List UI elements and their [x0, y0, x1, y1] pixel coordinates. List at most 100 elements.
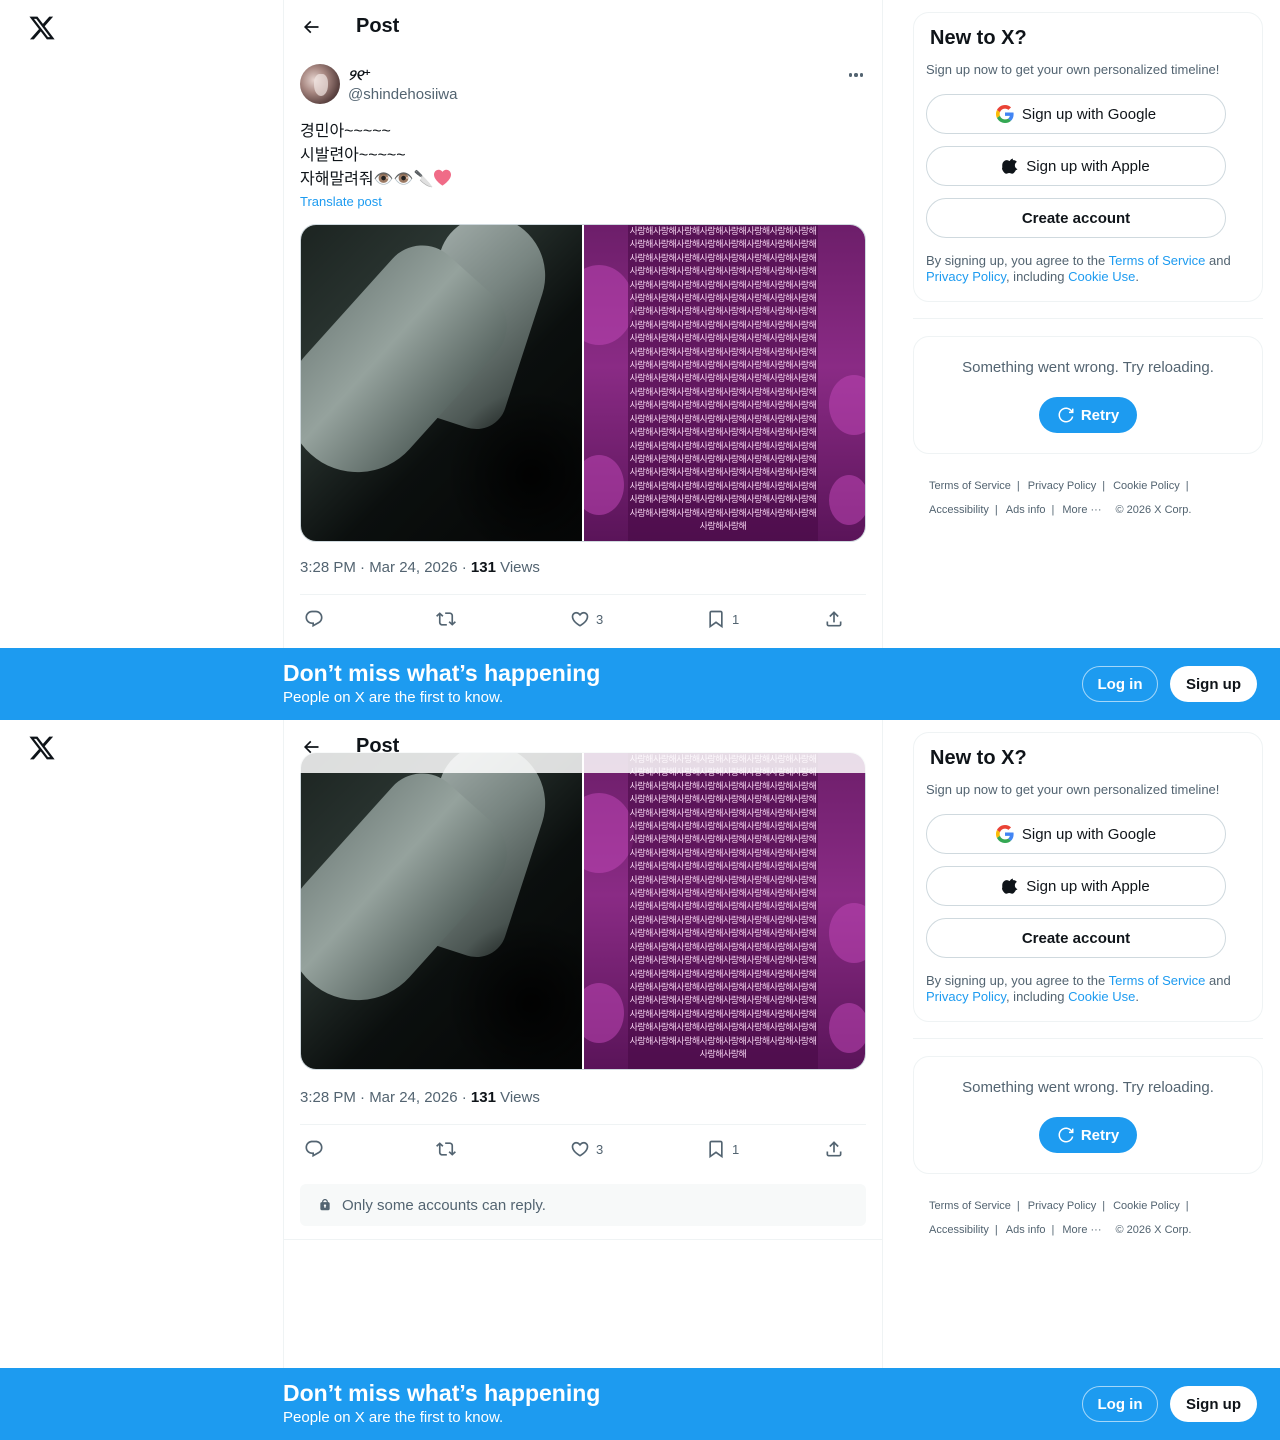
- repost-button[interactable]: [436, 604, 456, 634]
- google-signup-button[interactable]: Sign up with Google: [926, 94, 1226, 134]
- bookmark-count: 1: [732, 611, 740, 627]
- google-signup-label: Sign up with Google: [1021, 825, 1157, 843]
- like-button[interactable]: 3: [570, 604, 603, 634]
- heart-emoji-icon: [434, 169, 452, 186]
- page-title: Post: [356, 15, 400, 37]
- post-media[interactable]: 사랑해사랑해사랑해사랑해사랑해사랑해사랑해사랑해사랑해사랑해사랑해사랑해사랑해사…: [300, 752, 866, 1070]
- footer-links: Terms of Service | Privacy Policy | Cookie P…: [929, 1200, 1192, 1236]
- google-signup-button[interactable]: Sign up with Google: [926, 814, 1226, 854]
- author-display-name[interactable]: ୨୧⁺: [348, 66, 371, 84]
- terms-link[interactable]: Terms of Service: [1109, 973, 1206, 988]
- apple-icon: [1002, 878, 1018, 894]
- like-button[interactable]: 3: [570, 1134, 603, 1164]
- like-count: 3: [596, 611, 604, 627]
- signup-button[interactable]: Sign up: [1170, 1386, 1257, 1422]
- x-logo-icon[interactable]: [28, 14, 56, 42]
- media-photo-right[interactable]: 사랑해사랑해사랑해사랑해사랑해사랑해사랑해사랑해사랑해사랑해사랑해사랑해사랑해사…: [584, 753, 865, 1069]
- post-text: 경민아~~~~~ 시발련아~~~~~ 자해말려줘👁️👁️🔪: [300, 120, 860, 192]
- post-time[interactable]: 3:28 PM · Mar 24, 2026 ·: [300, 559, 471, 576]
- bookmark-icon: [709, 1140, 723, 1159]
- banner-title: Don’t miss what’s happening: [283, 660, 601, 686]
- apple-signup-button[interactable]: Sign up with Apple: [926, 866, 1226, 906]
- footer-ads[interactable]: Ads info: [1006, 1224, 1046, 1236]
- reply-button[interactable]: [304, 604, 324, 634]
- share-button[interactable]: [824, 604, 844, 634]
- media-overlay-text: 사랑해사랑해사랑해사랑해사랑해사랑해사랑해사랑해사랑해사랑해사랑해사랑해사랑해사…: [628, 753, 818, 1069]
- terms-link[interactable]: Terms of Service: [1109, 253, 1206, 268]
- signup-title: New to X?: [930, 27, 1027, 49]
- cookie-link[interactable]: Cookie Use: [1068, 989, 1135, 1004]
- bookmark-button[interactable]: 1: [706, 1134, 739, 1164]
- bookmark-button[interactable]: 1: [706, 604, 739, 634]
- like-count: 3: [596, 1141, 604, 1157]
- error-card: Something went wrong. Try reloading. Ret…: [913, 336, 1263, 454]
- reply-icon: [305, 610, 323, 628]
- footer-terms[interactable]: Terms of Service: [929, 480, 1011, 492]
- apple-signup-button[interactable]: Sign up with Apple: [926, 146, 1226, 186]
- footer-cookie[interactable]: Cookie Policy: [1113, 480, 1180, 492]
- footer-accessibility[interactable]: Accessibility: [929, 504, 989, 516]
- post-actions: 3 1: [300, 1134, 866, 1164]
- translate-post-link[interactable]: Translate post: [300, 194, 382, 209]
- reply-button[interactable]: [304, 1134, 324, 1164]
- cookie-link[interactable]: Cookie Use: [1068, 269, 1135, 284]
- privacy-link[interactable]: Privacy Policy: [926, 269, 1006, 284]
- login-button[interactable]: Log in: [1082, 666, 1158, 702]
- error-message: Something went wrong. Try reloading.: [962, 359, 1214, 376]
- google-icon: [995, 825, 1014, 843]
- create-account-button[interactable]: Create account: [926, 918, 1226, 958]
- media-photo-right[interactable]: 사랑해사랑해사랑해사랑해사랑해사랑해사랑해사랑해사랑해사랑해사랑해사랑해사랑해사…: [584, 225, 865, 541]
- lock-icon: [320, 1199, 330, 1211]
- footer-copyright: © 2026 X Corp.: [1115, 1224, 1192, 1236]
- signup-button[interactable]: Sign up: [1170, 666, 1257, 702]
- retry-button[interactable]: Retry: [1039, 1117, 1137, 1153]
- reply-icon: [305, 1140, 323, 1158]
- post-line-text: 자해말려줘👁️👁️🔪: [300, 171, 434, 188]
- media-overlay-text: 사랑해사랑해사랑해사랑해사랑해사랑해사랑해사랑해사랑해사랑해사랑해사랑해사랑해사…: [628, 225, 818, 541]
- post-author: ୨୧⁺ @shindehosiiwa: [300, 64, 866, 108]
- footer-privacy[interactable]: Privacy Policy: [1028, 480, 1096, 492]
- post-actions: 3 1: [300, 604, 866, 634]
- footer-ads[interactable]: Ads info: [1006, 504, 1046, 516]
- footer-terms[interactable]: Terms of Service: [929, 1200, 1011, 1212]
- footer-accessibility[interactable]: Accessibility: [929, 1224, 989, 1236]
- share-button[interactable]: [824, 1134, 844, 1164]
- media-photo-left[interactable]: [301, 753, 582, 1069]
- post-time[interactable]: 3:28 PM · Mar 24, 2026 ·: [300, 1089, 471, 1106]
- apple-signup-label: Sign up with Apple: [1026, 157, 1150, 175]
- legal-text: By signing up, you agree to the Terms of…: [926, 973, 1231, 1004]
- retry-label: Retry: [1080, 406, 1120, 424]
- back-button[interactable]: [296, 732, 326, 762]
- footer-more[interactable]: More ···: [1062, 1224, 1101, 1236]
- viewport-top: Post ୨୧⁺ @shindehosiiwa 경민아~~~~~ 시발련아~~~…: [0, 0, 1280, 720]
- page-title: Post: [356, 735, 400, 757]
- more-options-button[interactable]: [846, 68, 866, 82]
- footer-cookie[interactable]: Cookie Policy: [1113, 1200, 1180, 1212]
- back-button[interactable]: [296, 12, 326, 42]
- repost-button[interactable]: [436, 1134, 456, 1164]
- create-account-button[interactable]: Create account: [926, 198, 1226, 238]
- footer-copyright: © 2026 X Corp.: [1115, 504, 1192, 516]
- views-label: Views: [495, 559, 540, 576]
- post-meta: 3:28 PM · Mar 24, 2026 · 131 Views: [300, 559, 540, 576]
- error-message: Something went wrong. Try reloading.: [962, 1079, 1214, 1096]
- signup-card: New to X? Sign up now to get your own pe…: [913, 732, 1263, 1022]
- reply-restriction-text: Only some accounts can reply.: [342, 1196, 546, 1214]
- back-arrow-icon: [303, 20, 319, 34]
- repost-icon: [436, 1142, 456, 1156]
- author-handle[interactable]: @shindehosiiwa: [348, 86, 457, 103]
- views-label: Views: [495, 1089, 540, 1106]
- apple-icon: [1002, 158, 1018, 174]
- privacy-link[interactable]: Privacy Policy: [926, 989, 1006, 1004]
- avatar[interactable]: [300, 64, 340, 104]
- media-photo-left[interactable]: [301, 225, 582, 541]
- login-button[interactable]: Log in: [1082, 1386, 1158, 1422]
- retry-button[interactable]: Retry: [1039, 397, 1137, 433]
- x-logo-icon[interactable]: [28, 734, 56, 762]
- post-media[interactable]: 사랑해사랑해사랑해사랑해사랑해사랑해사랑해사랑해사랑해사랑해사랑해사랑해사랑해사…: [300, 224, 866, 542]
- signup-subtitle: Sign up now to get your own personalized…: [926, 782, 1220, 797]
- signup-card: New to X? Sign up now to get your own pe…: [913, 12, 1263, 302]
- footer-privacy[interactable]: Privacy Policy: [1028, 1200, 1096, 1212]
- footer-more[interactable]: More ···: [1062, 504, 1101, 516]
- main-column: Post 사랑해사랑해사랑해사랑해사랑해사랑해사랑해사랑해사랑해사랑해사랑해사랑…: [283, 720, 883, 1440]
